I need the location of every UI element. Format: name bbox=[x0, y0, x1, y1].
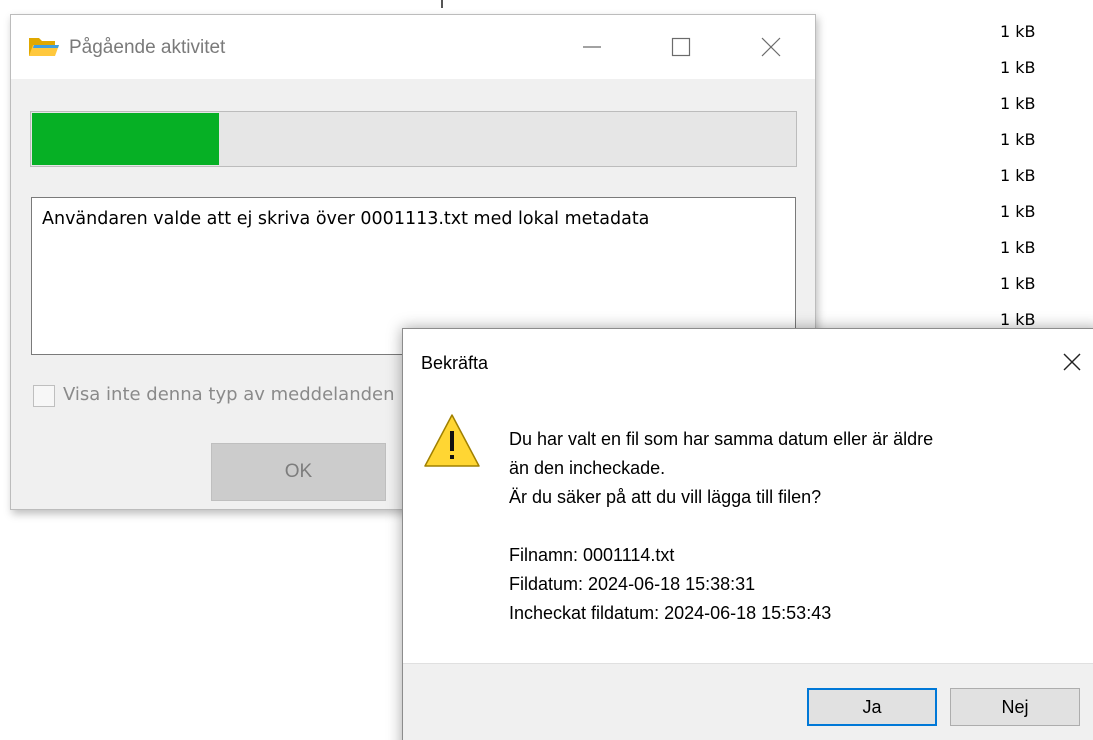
yes-button[interactable]: Ja bbox=[807, 688, 937, 726]
dialog-title: Bekräfta bbox=[421, 353, 489, 373]
checked-in-date-detail: Incheckat fildatum: 2024-06-18 15:53:43 bbox=[509, 603, 832, 623]
background-divider-tick bbox=[441, 0, 443, 8]
file-size: 1 kB bbox=[1000, 94, 1036, 113]
close-button[interactable] bbox=[731, 15, 811, 79]
dialog-button-bar: Ja Nej bbox=[403, 663, 1093, 740]
folder-icon bbox=[29, 38, 59, 56]
file-size: 1 kB bbox=[1000, 274, 1036, 293]
no-button[interactable]: Nej bbox=[950, 688, 1080, 726]
close-icon bbox=[1063, 353, 1081, 371]
suppress-messages-label[interactable]: Visa inte denna typ av meddelanden bbox=[63, 381, 395, 409]
file-size: 1 kB bbox=[1000, 238, 1036, 257]
confirm-dialog: Bekräfta Du har valt en fil som har samm… bbox=[402, 328, 1093, 740]
close-icon bbox=[761, 37, 781, 57]
progress-window-titlebar[interactable]: Pågående aktivitet bbox=[11, 15, 815, 79]
file-size: 1 kB bbox=[1000, 130, 1036, 149]
file-size: 1 kB bbox=[1000, 202, 1036, 221]
dialog-message: Du har valt en fil som har samma datum e… bbox=[509, 425, 1089, 628]
suppress-messages-checkbox[interactable] bbox=[33, 385, 55, 407]
file-size: 1 kB bbox=[1000, 58, 1036, 77]
message-line: än den incheckade. bbox=[509, 458, 666, 478]
minimize-button[interactable] bbox=[552, 15, 632, 79]
warning-icon bbox=[424, 414, 480, 467]
dialog-close-button[interactable] bbox=[1049, 339, 1093, 385]
ok-button[interactable]: OK bbox=[211, 443, 386, 501]
message-line: Du har valt en fil som har samma datum e… bbox=[509, 429, 934, 449]
progress-bar-fill bbox=[32, 113, 219, 165]
message-spacer bbox=[509, 512, 1089, 541]
window-title: Pågående aktivitet bbox=[69, 37, 226, 58]
file-size: 1 kB bbox=[1000, 22, 1036, 41]
progress-bar bbox=[30, 111, 797, 167]
file-size-column: 1 kB 1 kB 1 kB 1 kB 1 kB 1 kB 1 kB 1 kB … bbox=[960, 14, 1080, 338]
file-size: 1 kB bbox=[1000, 166, 1036, 185]
file-date-detail: Fildatum: 2024-06-18 15:38:31 bbox=[509, 574, 756, 594]
file-name-detail: Filnamn: 0001114.txt bbox=[509, 545, 675, 565]
maximize-button[interactable] bbox=[641, 15, 721, 79]
maximize-icon bbox=[671, 37, 691, 57]
message-line: Är du säker på att du vill lägga till fi… bbox=[509, 487, 822, 507]
minimize-icon bbox=[583, 46, 601, 48]
